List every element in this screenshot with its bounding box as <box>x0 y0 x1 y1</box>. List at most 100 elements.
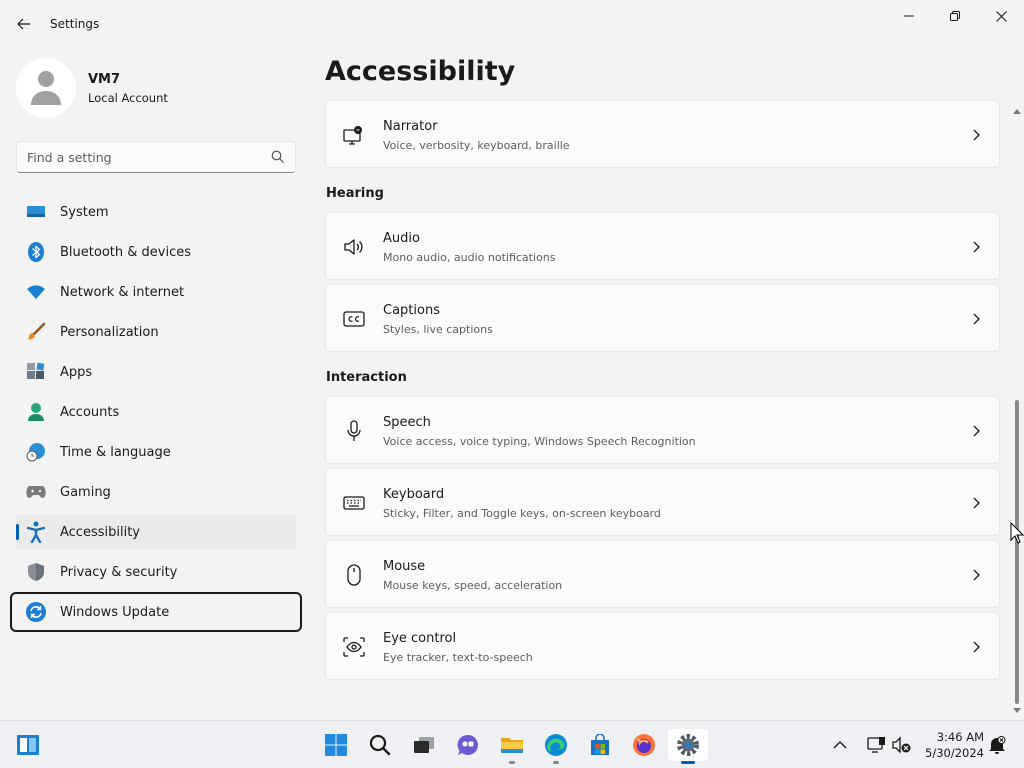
gamepad-icon <box>26 482 46 502</box>
search-input[interactable] <box>17 142 257 172</box>
card-title: Eye control <box>383 631 457 646</box>
section-heading-interaction: Interaction <box>326 370 407 385</box>
file-explorer-button[interactable] <box>492 729 532 764</box>
widgets-icon <box>17 735 39 755</box>
narrator-card[interactable]: Narrator Voice, verbosity, keyboard, bra… <box>325 100 1000 168</box>
sidebar-item-apps[interactable]: Apps <box>16 354 296 390</box>
network-status-button[interactable] <box>864 729 888 761</box>
sidebar-item-label: Accounts <box>60 404 120 420</box>
scroll-up-icon[interactable] <box>1013 108 1021 114</box>
keyboard-icon <box>342 491 366 515</box>
sidebar-item-label: Time & language <box>60 444 171 460</box>
chevron-right-icon <box>973 569 980 581</box>
close-button[interactable] <box>978 0 1024 32</box>
gear-icon <box>677 734 699 756</box>
firefox-button[interactable] <box>624 729 664 761</box>
card-title: Mouse <box>383 559 426 574</box>
back-button[interactable] <box>12 10 36 38</box>
captions-card[interactable]: Captions Styles, live captions <box>325 284 1000 352</box>
close-icon <box>995 10 1007 22</box>
chat-icon <box>457 734 478 755</box>
cc-icon <box>342 307 366 331</box>
shield-icon <box>26 562 46 582</box>
chevron-right-icon <box>973 129 980 141</box>
chevron-right-icon <box>973 313 980 325</box>
store-button[interactable] <box>580 729 620 761</box>
user-avatar-icon <box>31 71 61 105</box>
task-view-icon <box>414 737 434 753</box>
sidebar-item-personalization[interactable]: Personalization <box>16 314 296 350</box>
settings-content: Narrator Voice, verbosity, keyboard, bra… <box>325 100 1000 718</box>
restore-icon <box>950 11 960 21</box>
taskbar-search-button[interactable] <box>360 729 400 761</box>
sidebar-item-label: Privacy & security <box>60 564 178 580</box>
card-title: Narrator <box>383 119 438 134</box>
card-description: Voice, verbosity, keyboard, braille <box>383 139 570 152</box>
chevron-right-icon <box>973 241 980 253</box>
search-icon[interactable] <box>271 150 285 164</box>
windows-logo-icon <box>325 734 347 756</box>
minimize-button[interactable] <box>886 0 932 32</box>
volume-button[interactable] <box>890 729 914 761</box>
window-controls <box>886 0 1024 32</box>
scroll-thumb[interactable] <box>1015 400 1019 704</box>
network-icon <box>867 737 885 753</box>
sidebar-item-accessibility[interactable]: Accessibility <box>16 514 296 550</box>
store-icon <box>591 734 609 755</box>
profile-account-type: Local Account <box>88 90 168 105</box>
page-title: Accessibility <box>325 56 516 87</box>
chat-button[interactable] <box>448 729 488 761</box>
scroll-down-icon[interactable] <box>1013 708 1021 714</box>
folder-icon <box>501 738 523 753</box>
sidebar-item-accounts[interactable]: Accounts <box>16 394 296 430</box>
settings-taskbar-button[interactable] <box>668 729 708 764</box>
audio-card[interactable]: Audio Mono audio, audio notifications <box>325 212 1000 280</box>
task-view-button[interactable] <box>404 729 444 761</box>
sidebar-item-network[interactable]: Network & internet <box>16 274 296 310</box>
mouse-card[interactable]: Mouse Mouse keys, speed, acceleration <box>325 540 1000 608</box>
sidebar-item-privacy[interactable]: Privacy & security <box>16 554 296 590</box>
keyboard-card[interactable]: Keyboard Sticky, Filter, and Toggle keys… <box>325 468 1000 536</box>
eye-control-card[interactable]: Eye control Eye tracker, text-to-speech <box>325 612 1000 680</box>
sidebar-item-windows-update[interactable]: Windows Update <box>10 592 302 632</box>
sidebar-item-gaming[interactable]: Gaming <box>16 474 296 510</box>
sidebar-item-bluetooth[interactable]: Bluetooth & devices <box>16 234 296 270</box>
app-title: Settings <box>50 17 100 31</box>
edge-button[interactable] <box>536 729 576 764</box>
system-clock[interactable]: 3:46 AM 5/30/2024 <box>918 729 984 761</box>
sidebar-item-label: Apps <box>60 364 93 380</box>
sidebar-item-system[interactable]: System <box>16 194 296 230</box>
card-description: Voice access, voice typing, Windows Spee… <box>383 435 696 448</box>
vertical-scrollbar[interactable] <box>1012 106 1022 718</box>
notifications-button[interactable] <box>984 729 1010 761</box>
search-icon <box>369 734 391 756</box>
start-button[interactable] <box>316 729 356 761</box>
apps-icon <box>26 362 46 382</box>
sidebar-item-label: Bluetooth & devices <box>60 244 191 260</box>
narrator-icon <box>342 123 366 147</box>
restore-button[interactable] <box>932 0 978 32</box>
user-profile[interactable]: VM7 Local Account <box>16 58 168 118</box>
wifi-icon <box>26 282 46 302</box>
globe-clock-icon <box>26 442 46 462</box>
sidebar-item-time-language[interactable]: Time & language <box>16 434 296 470</box>
edge-browser-icon <box>545 734 567 756</box>
chevron-right-icon <box>973 497 980 509</box>
card-description: Mono audio, audio notifications <box>383 251 556 264</box>
chevron-right-icon <box>973 425 980 437</box>
card-description: Sticky, Filter, and Toggle keys, on-scre… <box>383 507 661 520</box>
running-indicator <box>553 761 559 764</box>
minimize-icon <box>904 15 914 17</box>
chevron-right-icon <box>973 641 980 653</box>
clock-time: 3:46 AM <box>936 730 984 744</box>
card-title: Speech <box>383 415 431 430</box>
widgets-button[interactable] <box>8 729 48 761</box>
mouse-icon <box>342 563 366 587</box>
sidebar-item-label: Personalization <box>60 324 159 340</box>
firefox-icon <box>633 734 655 756</box>
show-hidden-icons-button[interactable] <box>828 729 852 761</box>
section-heading-hearing: Hearing <box>326 186 384 201</box>
speech-card[interactable]: Speech Voice access, voice typing, Windo… <box>325 396 1000 464</box>
card-description: Eye tracker, text-to-speech <box>383 651 533 664</box>
clock-date: 5/30/2024 <box>925 746 984 760</box>
